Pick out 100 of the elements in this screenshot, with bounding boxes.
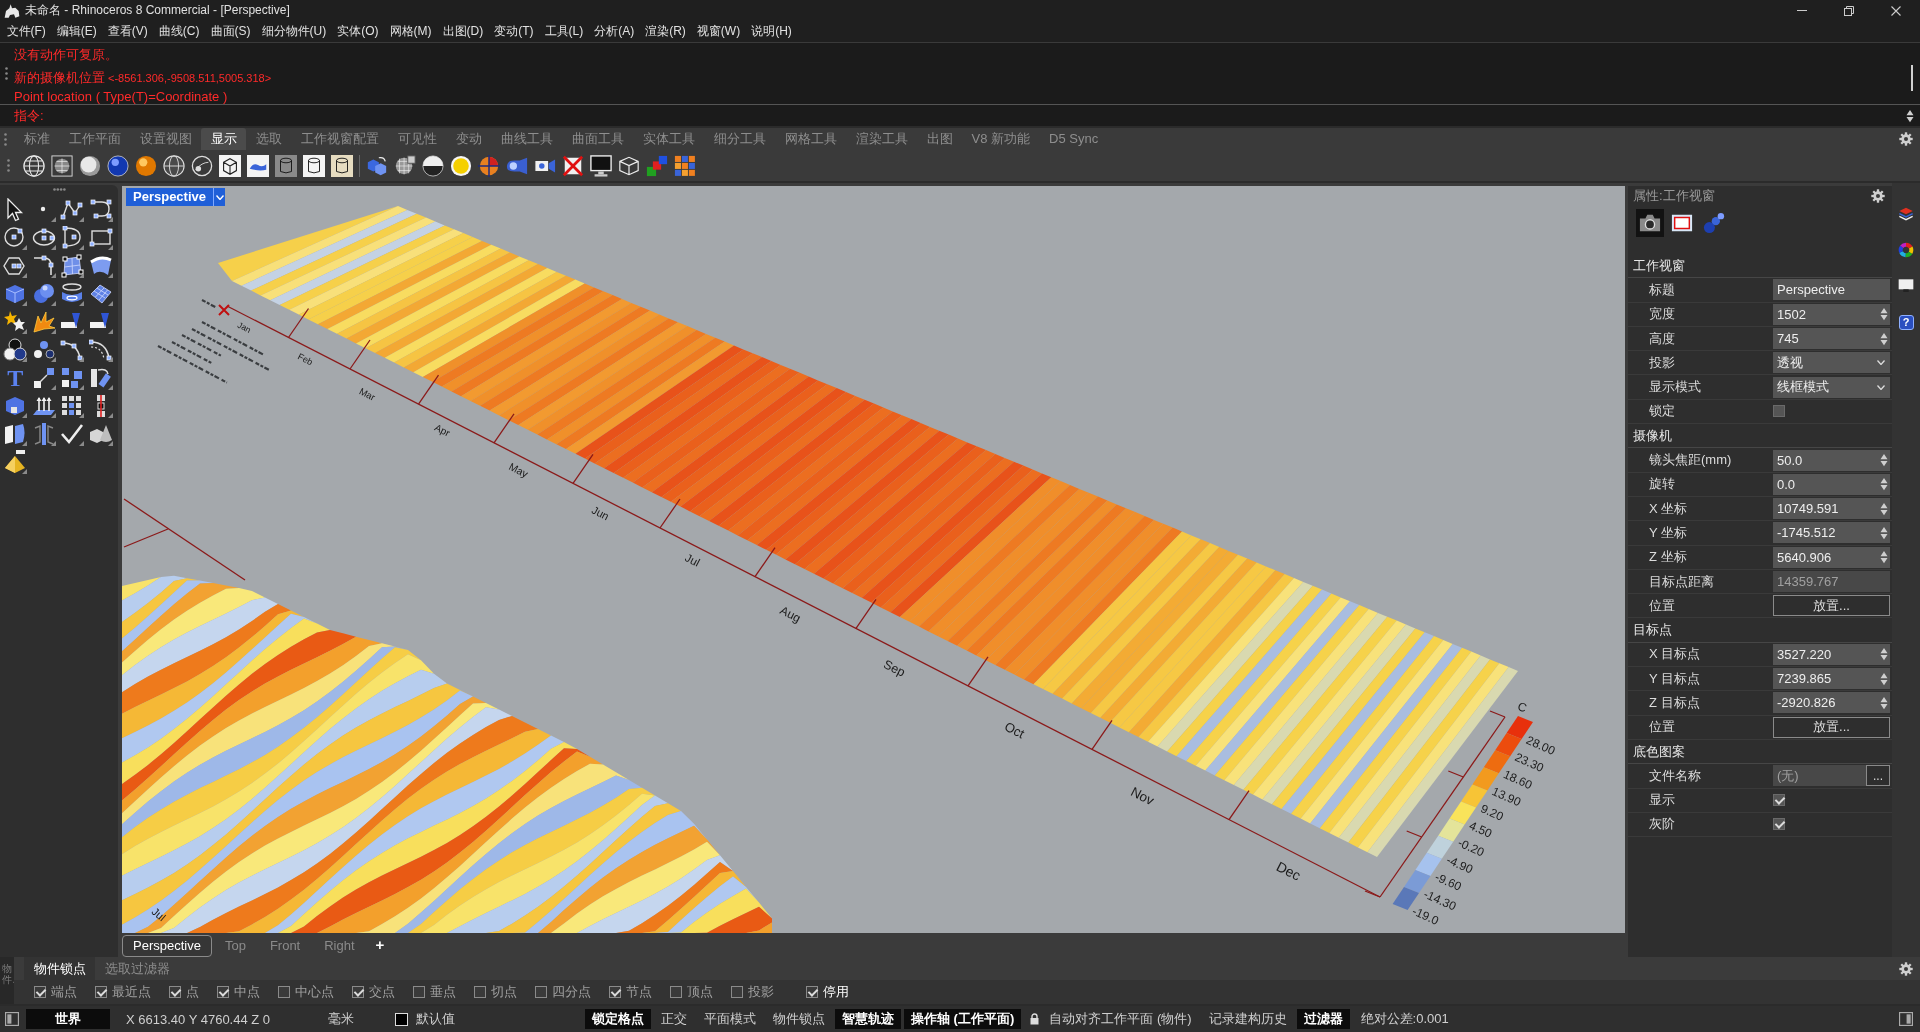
menu-item[interactable]: 编辑(E) <box>51 23 103 40</box>
checkbox[interactable] <box>731 986 743 998</box>
bend-icon[interactable] <box>88 366 113 390</box>
cubes-icon[interactable] <box>366 154 388 177</box>
status-pane[interactable]: 操作轴 (工作平面) <box>904 1009 1022 1029</box>
toolbar-tab[interactable]: 显示 <box>201 128 246 150</box>
spinner-icon[interactable] <box>1880 331 1888 346</box>
settings-icon[interactable] <box>1899 961 1913 976</box>
caret-icon[interactable] <box>1877 384 1885 390</box>
sphere-icon[interactable] <box>422 154 444 177</box>
dropdown[interactable]: 透视 <box>1773 352 1890 374</box>
osnap-label[interactable]: 中点 <box>234 983 260 1001</box>
checkbox[interactable] <box>278 986 290 998</box>
cube-icon[interactable] <box>3 394 28 418</box>
globe-icon[interactable] <box>23 154 45 177</box>
pyramid-icon[interactable] <box>3 450 28 474</box>
checkbox[interactable] <box>95 986 107 998</box>
text-tool-icon[interactable]: T <box>7 366 24 390</box>
box-icon[interactable] <box>219 154 241 177</box>
toolbar-tab[interactable]: 曲线工具 <box>491 128 562 150</box>
spinner-icon[interactable] <box>1880 477 1888 492</box>
spinner-icon[interactable] <box>1880 671 1888 686</box>
menu-item[interactable]: 变动(T) <box>488 23 539 40</box>
spinner-icon[interactable] <box>1906 108 1914 123</box>
surface-icon[interactable] <box>88 254 113 278</box>
cross-icon[interactable] <box>562 154 584 177</box>
cylinder-icon[interactable] <box>60 282 85 306</box>
number-field[interactable]: -1745.512 <box>1773 522 1890 544</box>
hexagon-icon[interactable] <box>3 254 28 278</box>
panel-icon[interactable] <box>5 1012 19 1026</box>
rectangle-icon[interactable] <box>88 226 113 250</box>
checkbox[interactable] <box>670 986 682 998</box>
number-field[interactable]: 1502 <box>1773 303 1890 325</box>
osnap-label[interactable]: 切点 <box>491 983 517 1001</box>
color-wheel-icon[interactable] <box>1898 241 1914 258</box>
polyline-icon[interactable] <box>60 198 85 222</box>
menu-item[interactable]: 实体(O) <box>331 23 384 40</box>
surface-icon[interactable] <box>60 254 85 278</box>
wedge-icon[interactable] <box>88 310 113 334</box>
panel-tab[interactable]: 选取过滤器 <box>95 957 179 980</box>
text-field[interactable]: Perspective <box>1773 279 1890 301</box>
help-icon[interactable]: ? <box>1898 315 1914 331</box>
menu-item[interactable]: 分析(A) <box>588 23 640 40</box>
number-field[interactable]: 0.0 <box>1773 473 1890 495</box>
arc-icon[interactable] <box>60 226 85 250</box>
target-icon[interactable] <box>478 154 500 177</box>
menu-item[interactable]: 说明(H) <box>745 23 798 40</box>
osnap-label[interactable]: 四分点 <box>552 983 591 1001</box>
menu-item[interactable]: 细分物件(U) <box>256 23 332 40</box>
osnap-label[interactable]: 顶点 <box>687 983 713 1001</box>
toolbar-tab[interactable]: 变动 <box>446 128 491 150</box>
burst-icon[interactable] <box>31 310 56 334</box>
cubes-icon[interactable] <box>646 154 668 177</box>
toolbar-tab[interactable]: 出图 <box>917 128 962 150</box>
status-pane[interactable]: 正交 <box>654 1009 694 1029</box>
toolbar-tab[interactable]: 渲染工具 <box>846 128 917 150</box>
menu-item[interactable]: 网格(M) <box>384 23 437 40</box>
menu-item[interactable]: 工具(L) <box>539 23 589 40</box>
tolerance-label[interactable]: 绝对公差:0.001 <box>1360 1010 1449 1028</box>
status-pane[interactable]: 平面模式 <box>697 1009 763 1029</box>
toolbar-tab[interactable]: 细分工具 <box>704 128 775 150</box>
sphere-icon[interactable] <box>191 154 213 177</box>
cylinder-icon[interactable] <box>303 154 325 177</box>
osnap-label[interactable]: 点 <box>186 983 199 1001</box>
menu-item[interactable]: 曲线(C) <box>153 23 205 40</box>
grip-icon[interactable] <box>4 67 8 80</box>
status-pane[interactable]: 记录建构历史 <box>1201 1009 1294 1029</box>
cylinder-icon[interactable] <box>331 154 353 177</box>
monitor-icon[interactable] <box>590 154 612 177</box>
light-icon[interactable] <box>450 154 472 177</box>
place-button[interactable]: 放置... <box>1773 716 1890 738</box>
status-pane[interactable]: 智慧轨迹 <box>835 1009 901 1029</box>
viewport-title[interactable]: Perspective <box>126 188 225 206</box>
number-field[interactable]: 3527.220 <box>1773 643 1890 665</box>
osnap-label[interactable]: 最近点 <box>112 983 151 1001</box>
menu-item[interactable]: 文件(F) <box>1 23 52 40</box>
toolbar-tab[interactable]: V8 新功能 <box>962 128 1040 150</box>
osnap-label[interactable]: 端点 <box>51 983 77 1001</box>
osnap-label[interactable]: 垂点 <box>430 983 456 1001</box>
curve-icon[interactable] <box>88 198 113 222</box>
checkbox[interactable] <box>1773 818 1785 831</box>
fillet-icon[interactable] <box>31 254 56 278</box>
command-line-field[interactable]: 指令: <box>0 104 1920 126</box>
menu-item[interactable]: 视窗(W) <box>691 23 746 40</box>
settings-icon[interactable] <box>1899 132 1913 146</box>
checkbox[interactable] <box>806 986 818 998</box>
wedge-icon[interactable] <box>60 310 85 334</box>
settings-icon[interactable] <box>1871 189 1885 203</box>
add-tab-button[interactable]: + <box>367 935 393 957</box>
status-pane[interactable]: 锁定格点 <box>585 1009 651 1029</box>
toolbar-tab[interactable]: 设置视图 <box>130 128 201 150</box>
toolbar-tab[interactable]: 工作视窗配置 <box>291 128 388 150</box>
toolbar-tab[interactable]: 可见性 <box>388 128 446 150</box>
grid-sphere-icon[interactable] <box>394 154 416 177</box>
number-field[interactable]: 50.0 <box>1773 449 1890 471</box>
caret-icon[interactable] <box>1877 360 1885 366</box>
menu-item[interactable]: 渲染(R) <box>639 23 692 40</box>
status-pane[interactable]: 物件锁点 <box>766 1009 832 1029</box>
grid-icon[interactable] <box>60 394 85 418</box>
spinner-icon[interactable] <box>1880 501 1888 516</box>
